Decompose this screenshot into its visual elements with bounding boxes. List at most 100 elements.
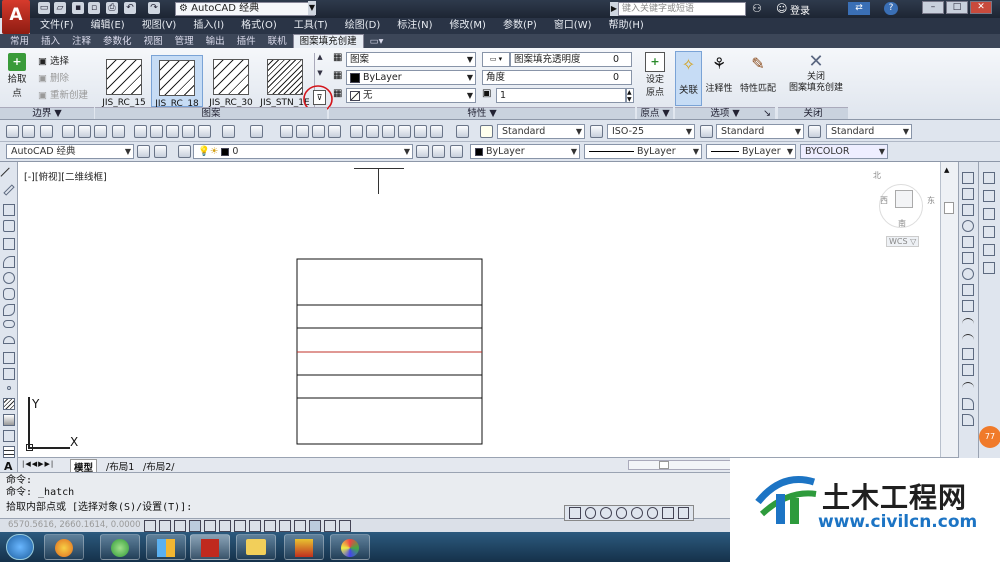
binoculars-icon[interactable]: ⚇ — [752, 2, 762, 15]
design-center-icon[interactable] — [366, 125, 379, 138]
chamfer-icon[interactable] — [962, 414, 974, 426]
3d-print-icon[interactable] — [112, 125, 125, 138]
menu-insert[interactable]: 插入(I) — [193, 18, 224, 33]
bg-color-combo[interactable]: 无 ▼ — [346, 88, 476, 103]
tab-parametric[interactable]: 参数化 — [97, 35, 138, 49]
viewcube-east[interactable]: 东 — [927, 195, 935, 206]
cut-icon[interactable] — [134, 125, 147, 138]
menu-draw[interactable]: 绘图(D) — [345, 18, 381, 33]
insert-block-icon[interactable] — [3, 352, 15, 364]
viewcube-west[interactable]: 西 — [880, 195, 888, 206]
print-icon[interactable]: ⎙ — [106, 2, 118, 14]
redo-icon[interactable] — [250, 125, 263, 138]
nav-camera-icon[interactable] — [646, 507, 658, 519]
paste-icon[interactable] — [166, 125, 179, 138]
tab-annotate[interactable]: 注释 — [66, 35, 97, 49]
trim-icon[interactable] — [962, 318, 974, 330]
zoom-previous-icon[interactable] — [328, 125, 341, 138]
preview-icon[interactable] — [78, 125, 91, 138]
nav-orbit-icon[interactable] — [584, 507, 596, 519]
menu-help[interactable]: 帮助(H) — [609, 18, 644, 33]
taskbar-app-2[interactable] — [100, 534, 140, 560]
construction-line-icon[interactable] — [3, 184, 15, 196]
select-boundary-button[interactable]: ▣ 选择 — [38, 53, 69, 67]
plotstyle-combo[interactable]: BYCOLOR ▼ — [800, 144, 888, 159]
gradient-icon[interactable] — [3, 414, 15, 426]
line-icon[interactable] — [0, 167, 18, 185]
zoom-window-icon[interactable] — [312, 125, 325, 138]
color-combo[interactable]: ByLayer ▼ — [470, 144, 580, 159]
block-editor-icon[interactable] — [198, 125, 211, 138]
undo-icon[interactable]: ↶ — [124, 2, 136, 14]
menu-tools[interactable]: 工具(T) — [294, 18, 328, 33]
user-icon[interactable]: ☺ — [776, 2, 787, 15]
open-icon[interactable] — [22, 125, 35, 138]
linetype-combo[interactable]: ByLayer ▼ — [584, 144, 702, 159]
search-expand-icon[interactable]: ▶ — [610, 2, 618, 16]
polygon-icon[interactable] — [3, 220, 15, 232]
workspace-combo[interactable]: AutoCAD 经典 ▼ — [6, 144, 134, 159]
dim-style-combo[interactable]: ISO-25 ▼ — [607, 124, 695, 139]
otrack-toggle[interactable] — [249, 520, 261, 532]
settings-icon[interactable] — [137, 145, 150, 158]
sheetset-icon[interactable] — [398, 125, 411, 138]
origin-panel-title[interactable]: 原点 ▼ — [637, 107, 673, 119]
qat-dropdown-icon[interactable]: ▼ — [308, 1, 316, 15]
color-icon[interactable] — [450, 145, 463, 158]
table-icon[interactable] — [3, 446, 15, 458]
menu-window[interactable]: 窗口(W) — [554, 18, 592, 33]
recreate-boundary-button[interactable]: ▣ 重新创建 — [38, 87, 88, 101]
tab-home[interactable]: 常用 — [4, 35, 35, 49]
ducs-toggle[interactable] — [264, 520, 276, 532]
scale-spinner[interactable]: ▲ ▼ — [626, 88, 634, 103]
annotative-button[interactable]: ⚘ 注释性 — [705, 51, 733, 94]
point-icon[interactable] — [7, 386, 11, 390]
menu-format[interactable]: 格式(O) — [241, 18, 277, 33]
polyline-icon[interactable] — [3, 204, 15, 216]
hatch-type-combo[interactable]: 图案 ▼ — [346, 52, 476, 67]
dyn-toggle[interactable] — [279, 520, 291, 532]
close-hatch-creation-button[interactable]: ✕ 关闭 图案填充创建 — [786, 51, 846, 94]
hatch-icon[interactable] — [3, 398, 15, 410]
spline-icon[interactable] — [3, 304, 15, 316]
arc-icon[interactable] — [3, 256, 15, 268]
stretch-icon[interactable] — [962, 300, 974, 312]
tab-online[interactable]: 联机 — [262, 35, 293, 49]
taskbar-app-1[interactable] — [44, 534, 84, 560]
workspace-combo[interactable]: ⚙ AutoCAD 经典 — [175, 2, 315, 16]
draworder-icon[interactable] — [983, 172, 995, 184]
osnap-toggle[interactable] — [219, 520, 231, 532]
mleader-style-combo[interactable]: Standard ▼ — [826, 124, 912, 139]
tab-insert[interactable]: 插入 — [35, 35, 66, 49]
make-block-icon[interactable] — [3, 368, 15, 380]
minimize-button[interactable]: – — [922, 1, 944, 14]
match-icon[interactable] — [182, 125, 195, 138]
properties-icon[interactable] — [350, 125, 363, 138]
taskbar-paint[interactable] — [330, 534, 370, 560]
zoom-realtime-icon[interactable] — [296, 125, 309, 138]
saveas-icon[interactable]: ▫ — [88, 2, 100, 14]
bring-front-icon[interactable] — [983, 190, 995, 202]
copy-object-icon[interactable] — [962, 188, 974, 200]
move-icon[interactable] — [962, 252, 974, 264]
new-icon[interactable]: ▭ — [38, 2, 50, 14]
offset-icon[interactable] — [962, 220, 974, 232]
polar-toggle[interactable] — [204, 520, 216, 532]
nav-walk-icon[interactable] — [600, 507, 612, 519]
coordinate-readout[interactable]: 6570.5616, 2660.1614, 0.0000 — [8, 520, 140, 530]
start-button[interactable] — [6, 534, 34, 560]
ortho-toggle[interactable] — [189, 520, 201, 532]
join-icon[interactable] — [962, 364, 974, 376]
send-back-icon[interactable] — [983, 208, 995, 220]
drawn-rectangle[interactable] — [296, 258, 484, 446]
save-icon[interactable] — [40, 125, 53, 138]
save-icon[interactable]: ▪ — [72, 2, 84, 14]
table-style-combo[interactable]: Standard ▼ — [716, 124, 804, 139]
sc-toggle[interactable] — [339, 520, 351, 532]
tab-view[interactable]: 视图 — [138, 35, 169, 49]
taskbar-app-3[interactable] — [146, 534, 186, 560]
pattern-jis-rc-15[interactable]: JIS_RC_15 — [98, 55, 150, 108]
angle-field[interactable]: 角度 0 — [482, 70, 632, 85]
menu-modify[interactable]: 修改(M) — [450, 18, 486, 33]
pattern-jis-rc-18[interactable]: JIS_RC_18 — [151, 55, 203, 109]
